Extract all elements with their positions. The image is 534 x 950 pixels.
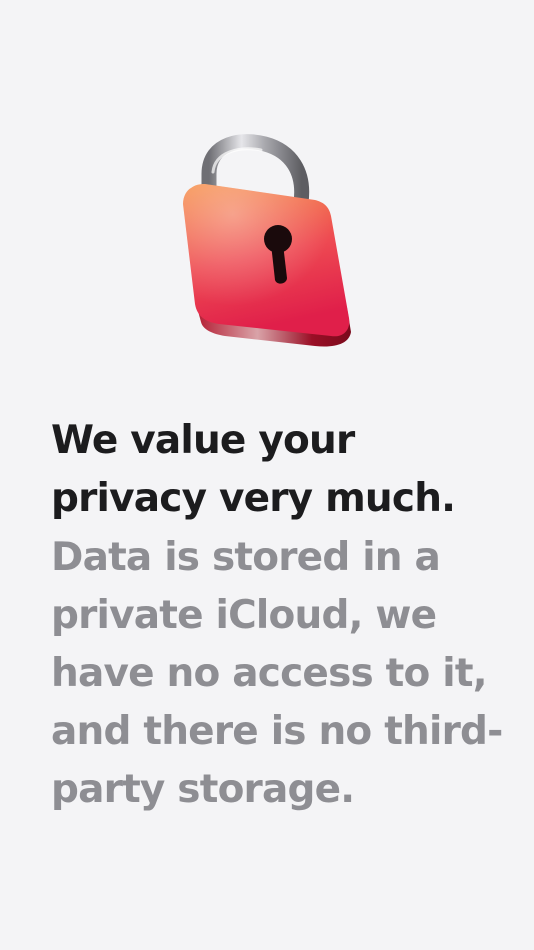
headline: We value your privacy very much. — [51, 412, 501, 528]
privacy-onboarding-screen: We value your privacy very much. Data is… — [0, 0, 534, 950]
privacy-description: Data is stored in a private iCloud, we h… — [51, 529, 503, 819]
description-line: have no access to it, — [51, 651, 488, 696]
description-line: and there is no third- — [51, 709, 503, 754]
description-line: party storage. — [51, 767, 355, 812]
privacy-message: We value your privacy very much. Data is… — [51, 412, 503, 819]
description-line: private iCloud, we — [51, 593, 437, 638]
padlock-icon — [183, 134, 351, 347]
headline-line: We value your — [51, 418, 355, 463]
headline-line: privacy very much. — [51, 476, 456, 521]
description-line: Data is stored in a — [51, 535, 441, 580]
